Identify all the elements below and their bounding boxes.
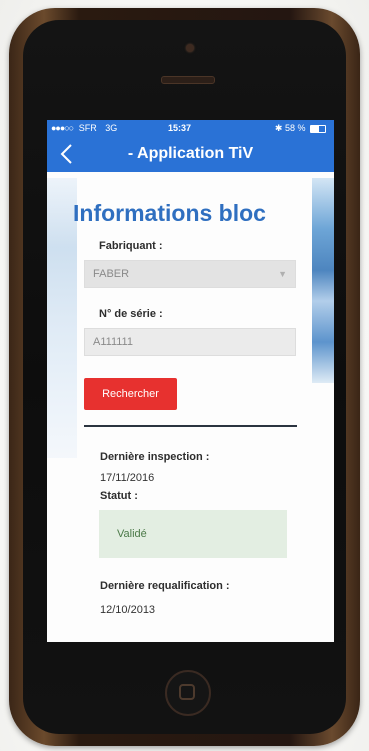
battery-level [311,125,320,132]
battery-icon [310,124,326,133]
nav-title: - Application TiV [127,145,254,162]
content-area: Informations bloc Fabriquant : FABER ▼ N… [47,172,334,642]
phone-screen: ●●●○○ SFR 3G 15:37 ✱ 58 % - Application … [47,120,334,642]
battery-percent: 58 % [284,123,306,133]
serial-number-input[interactable]: A111111 [84,328,296,356]
dropdown-arrow-icon: ▼ [278,269,287,279]
serial-number-label: N° de série : [99,308,163,320]
status-badge: Validé [99,510,287,558]
last-inspection-value: 17/11/2016 [100,472,155,484]
photo-scene: ●●●○○ SFR 3G 15:37 ✱ 58 % - Application … [0,0,369,751]
home-button[interactable] [165,670,211,716]
front-camera [186,44,194,52]
manufacturer-value: FABER [93,268,130,280]
divider [84,425,297,427]
navigation-bar: - Application TiV [47,136,334,172]
last-inspection-label: Dernière inspection : [100,451,210,463]
bluetooth-icon: ✱ [274,123,283,133]
status-bar: ●●●○○ SFR 3G 15:37 ✱ 58 % [47,120,334,136]
status-label: Statut : [100,490,138,502]
search-button[interactable]: Rechercher [84,378,177,410]
page-title: Informations bloc [73,200,266,226]
last-requalification-label: Dernière requalification : [100,580,230,592]
serial-number-value: A111111 [93,336,133,348]
status-time: 15:37 [168,123,192,133]
earpiece-speaker [161,76,215,84]
signal-strength-icon: ●●●○○ [51,123,74,133]
carrier-name: SFR [78,123,97,133]
status-left: ●●●○○ SFR 3G [51,120,117,136]
status-right: ✱ 58 % [275,120,326,136]
manufacturer-label: Fabriquant : [99,240,163,252]
last-requalification-value: 12/10/2013 [100,604,156,616]
network-type: 3G [105,123,118,133]
manufacturer-select[interactable]: FABER ▼ [84,260,296,288]
home-square-icon [179,684,195,700]
